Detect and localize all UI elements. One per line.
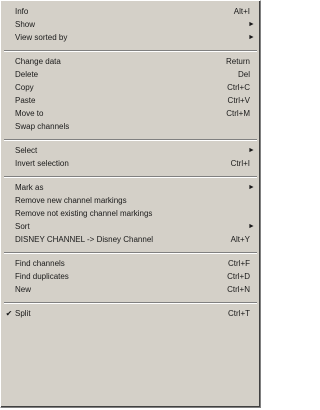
menu-item-shortcut: Return (225, 57, 250, 66)
menu-item-label: Find channels (15, 259, 65, 268)
menu-item-change-data[interactable]: Change data Return (3, 55, 258, 68)
menu-item-move-to[interactable]: Move to Ctrl+M (3, 107, 258, 120)
submenu-arrow-icon: ► (248, 34, 255, 41)
menu-item-shortcut: Ctrl+D (227, 272, 250, 281)
submenu-arrow-icon: ► (248, 184, 255, 191)
menu-separator (4, 176, 257, 178)
menu-item-label: New (15, 285, 32, 294)
menu-item-rename-channel[interactable]: DISNEY CHANNEL -> Disney Channel Alt+Y (3, 233, 258, 246)
menu-item-find-duplicates[interactable]: Find duplicates Ctrl+D (3, 270, 258, 283)
menu-item-label: Copy (15, 83, 34, 92)
menu-item-shortcut: Alt+Y (230, 235, 250, 244)
menu-separator (4, 50, 257, 52)
menu-item-select[interactable]: Select ► (3, 144, 258, 157)
menu-item-copy[interactable]: Copy Ctrl+C (3, 81, 258, 94)
menu-item-label: Mark as (15, 183, 44, 192)
menu-separator (4, 139, 257, 141)
menu-item-info[interactable]: Info Alt+I (3, 5, 258, 18)
menu-separator (4, 302, 257, 304)
menu-item-label: DISNEY CHANNEL -> Disney Channel (15, 235, 154, 244)
submenu-arrow-icon: ► (248, 21, 255, 28)
menu-item-label: Change data (15, 57, 61, 66)
menu-item-paste[interactable]: Paste Ctrl+V (3, 94, 258, 107)
menu-item-shortcut: Ctrl+T (228, 309, 250, 318)
menu-item-delete[interactable]: Delete Del (3, 68, 258, 81)
menu-item-label: Move to (15, 109, 44, 118)
menu-item-mark-as[interactable]: Mark as ► (3, 181, 258, 194)
menu-item-find-channels[interactable]: Find channels Ctrl+F (3, 257, 258, 270)
submenu-arrow-icon: ► (248, 223, 255, 230)
submenu-arrow-icon: ► (248, 147, 255, 154)
menu-item-sort[interactable]: Sort ► (3, 220, 258, 233)
menu-item-label: Invert selection (15, 159, 69, 168)
menu-item-label: Sort (15, 222, 30, 231)
menu-item-label: Paste (15, 96, 36, 105)
menu-item-shortcut: Ctrl+I (230, 159, 250, 168)
menu-item-shortcut: Alt+I (233, 7, 250, 16)
menu-item-remove-new-channel-markings[interactable]: Remove new channel markings (3, 194, 258, 207)
menu-item-new[interactable]: New Ctrl+N (3, 283, 258, 296)
menu-item-shortcut: Ctrl+C (227, 83, 250, 92)
menu-item-label: Select (15, 146, 38, 155)
menu-item-shortcut: Ctrl+M (226, 109, 250, 118)
menu-item-label: Remove new channel markings (15, 196, 127, 205)
menu-item-view-sorted-by[interactable]: View sorted by ► (3, 31, 258, 44)
menu-item-label: Show (15, 20, 36, 29)
menu-item-remove-not-existing-channel-markings[interactable]: Remove not existing channel markings (3, 207, 258, 220)
context-menu: Info Alt+I Show ► View sorted by ► Chang… (0, 0, 261, 408)
menu-item-shortcut: Ctrl+V (227, 96, 250, 105)
menu-item-shortcut: Ctrl+F (228, 259, 250, 268)
menu-item-split[interactable]: ✔ Split Ctrl+T (3, 307, 258, 320)
menu-item-invert-selection[interactable]: Invert selection Ctrl+I (3, 157, 258, 170)
menu-item-label: Swap channels (15, 122, 70, 131)
menu-item-label: Split (15, 309, 31, 318)
menu-item-label: View sorted by (15, 33, 68, 42)
menu-item-swap-channels[interactable]: Swap channels (3, 120, 258, 133)
menu-item-label: Find duplicates (15, 272, 69, 281)
checkmark-icon: ✔ (5, 309, 13, 318)
menu-item-label: Remove not existing channel markings (15, 209, 153, 218)
menu-item-label: Delete (15, 70, 39, 79)
menu-separator (4, 252, 257, 254)
menu-item-shortcut: Ctrl+N (227, 285, 250, 294)
menu-item-label: Info (15, 7, 29, 16)
menu-item-shortcut: Del (237, 70, 250, 79)
menu-item-show[interactable]: Show ► (3, 18, 258, 31)
